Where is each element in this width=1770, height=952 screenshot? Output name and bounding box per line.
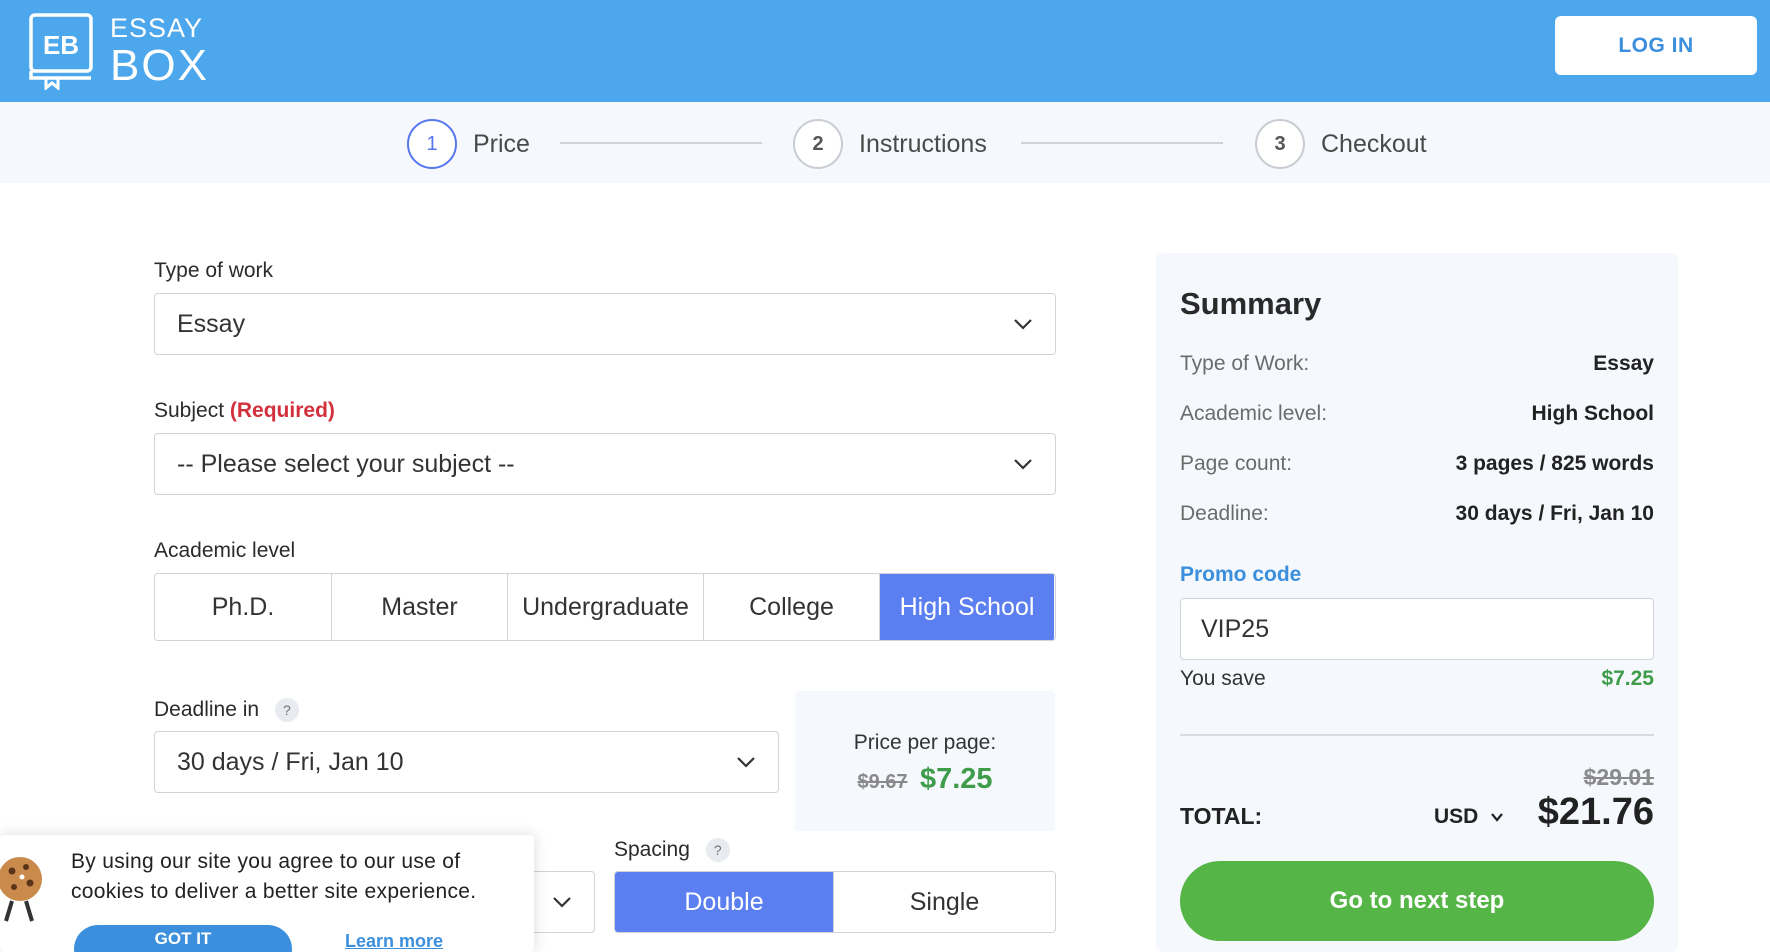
summary-value: 3 pages / 825 words [1455, 452, 1654, 475]
step-number: 2 [793, 119, 843, 169]
you-save-label: You save [1180, 667, 1266, 690]
spacing-label: Spacing ? [614, 838, 730, 863]
order-page: EB ESSAY BOX LOG IN 1 Price 2 Instructio… [0, 0, 1770, 952]
promo-code-input[interactable] [1180, 598, 1654, 660]
total-price: $21.76 [1537, 791, 1654, 833]
total-label: TOTAL: [1180, 803, 1263, 829]
price-per-page-label: Price per page: [853, 731, 997, 754]
chevron-down-icon [1014, 459, 1032, 470]
step-label: Price [473, 129, 530, 158]
summary-row-pages: Page count: 3 pages / 825 words [1180, 452, 1654, 476]
logo-line-2: BOX [110, 40, 209, 90]
book-logo-icon: EB [29, 13, 93, 90]
step-label: Instructions [859, 129, 987, 158]
summary-value: 30 days / Fri, Jan 10 [1455, 502, 1654, 525]
academic-level-label: Academic level [154, 539, 296, 562]
new-price: $7.25 [919, 763, 993, 795]
next-step-button[interactable]: Go to next step [1180, 861, 1654, 941]
cookie-mascot-icon [0, 857, 42, 922]
deadline-label: Deadline in ? [154, 698, 299, 723]
summary-key: Type of Work: [1180, 352, 1310, 375]
summary-value: Essay [1593, 352, 1654, 375]
type-of-work-select[interactable]: Essay [154, 293, 1056, 355]
cookie-banner: By using our site you agree to our use o… [0, 835, 534, 952]
summary-row-level: Academic level: High School [1180, 402, 1654, 426]
cookie-message: By using our site you agree to our use o… [71, 850, 477, 903]
academic-level-college[interactable]: College [704, 574, 880, 640]
step-connector [560, 142, 762, 144]
summary-key: Page count: [1180, 452, 1293, 475]
step-label: Checkout [1321, 129, 1427, 158]
summary-value: High School [1531, 402, 1655, 425]
summary-title: Summary [1180, 286, 1322, 321]
step-number: 1 [407, 119, 457, 169]
help-icon[interactable]: ? [274, 698, 299, 723]
promo-code-label: Promo code [1180, 563, 1302, 586]
chevron-down-icon [1491, 813, 1504, 822]
step-checkout[interactable]: 3 Checkout [1255, 119, 1427, 169]
deadline-label-text: Deadline in [154, 698, 260, 721]
login-button[interactable]: LOG IN [1555, 16, 1757, 75]
logo-wordmark: ESSAY BOX [110, 12, 209, 90]
old-price: $9.67 [857, 771, 908, 793]
learn-more-link[interactable]: Learn more [345, 931, 443, 952]
chevron-down-icon [553, 897, 571, 908]
subject-value: -- Please select your subject -- [177, 449, 515, 478]
essaybox-logo[interactable]: EB ESSAY BOX [28, 12, 209, 90]
help-icon[interactable]: ? [705, 838, 730, 863]
order-stepper: 1 Price 2 Instructions 3 Checkout [0, 102, 1770, 183]
deadline-select[interactable]: 30 days / Fri, Jan 10 [154, 731, 779, 793]
step-price[interactable]: 1 Price [407, 119, 530, 169]
chevron-down-icon [737, 757, 755, 768]
summary-row-deadline: Deadline: 30 days / Fri, Jan 10 [1180, 502, 1654, 526]
required-marker: (Required) [229, 399, 335, 422]
price-per-page-box: Price per page: $9.67 $7.25 [795, 691, 1055, 831]
summary-key: Academic level: [1180, 402, 1328, 425]
step-instructions[interactable]: 2 Instructions [793, 119, 987, 169]
academic-level-undergraduate[interactable]: Undergraduate [508, 574, 704, 640]
got-it-button[interactable]: GOT IT [74, 925, 292, 952]
price-per-page-values: $9.67 $7.25 [795, 763, 1055, 796]
logo-line-1: ESSAY [110, 12, 204, 43]
spacing-label-text: Spacing [614, 838, 690, 861]
type-of-work-value: Essay [177, 309, 246, 338]
academic-level-phd[interactable]: Ph.D. [155, 574, 332, 640]
step-connector [1021, 142, 1223, 144]
svg-text:EB: EB [43, 30, 79, 60]
subject-select[interactable]: -- Please select your subject -- [154, 433, 1056, 495]
spacing-double[interactable]: Double [615, 872, 834, 932]
spacing-single[interactable]: Single [834, 872, 1055, 932]
top-header: EB ESSAY BOX LOG IN [0, 0, 1770, 102]
spacing-segmented: Double Single [614, 871, 1056, 933]
subject-label: Subject (Required) [154, 399, 335, 423]
you-save-row: You save $7.25 [1180, 667, 1654, 691]
summary-key: Deadline: [1180, 502, 1269, 525]
subject-label-text: Subject [154, 399, 225, 422]
chevron-down-icon [1014, 319, 1032, 330]
summary-divider [1180, 734, 1654, 736]
currency-value: USD [1434, 805, 1479, 828]
summary-row-type: Type of Work: Essay [1180, 352, 1654, 376]
total-old-price: $29.01 [1583, 764, 1654, 790]
you-save-value: $7.25 [1601, 667, 1654, 690]
academic-level-segmented: Ph.D. Master Undergraduate College High … [154, 573, 1056, 641]
academic-level-master[interactable]: Master [332, 574, 508, 640]
currency-select[interactable]: USD [1434, 805, 1504, 829]
academic-level-high-school[interactable]: High School [880, 574, 1054, 640]
type-of-work-label: Type of work [154, 259, 274, 282]
summary-panel: Summary Type of Work: Essay Academic lev… [1156, 253, 1678, 952]
deadline-value: 30 days / Fri, Jan 10 [177, 747, 404, 776]
step-number: 3 [1255, 119, 1305, 169]
